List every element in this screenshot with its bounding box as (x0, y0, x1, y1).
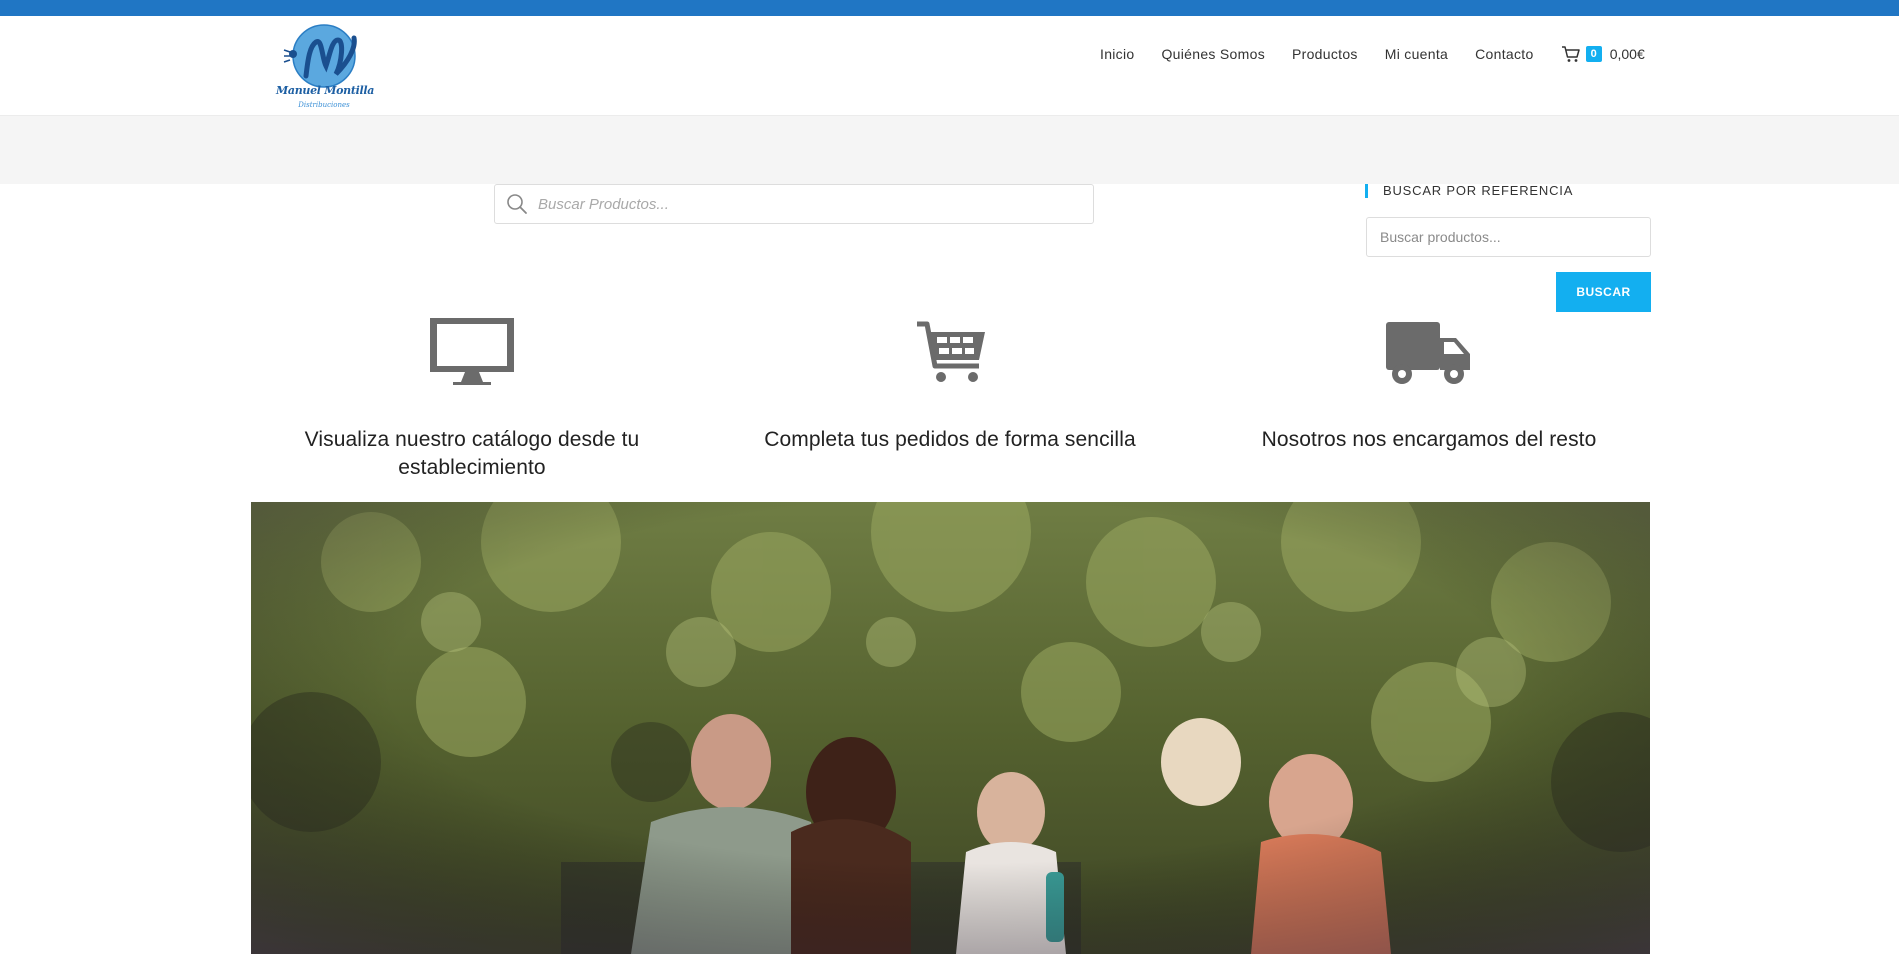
reference-search-input[interactable]: Buscar productos... (1366, 217, 1651, 257)
logo-subtitle: Distribuciones (298, 101, 350, 109)
search-placeholder: Buscar Productos... (538, 195, 669, 213)
monitor-icon (430, 318, 514, 385)
feature-title-delivery: Nosotros nos encargamos del resto (1261, 428, 1597, 451)
cart-button[interactable]: 0 0,00€ (1561, 45, 1645, 63)
feature-title-catalog: Visualiza nuestro catálogo desde tu esta… (304, 428, 640, 479)
nav-item-mi-cuenta[interactable]: Mi cuenta (1385, 46, 1448, 62)
logo-name: Manuel Montilla (276, 84, 375, 97)
family-park-photo (251, 502, 1650, 954)
main-nav: Inicio Quiénes Somos Productos Mi cuenta… (1100, 16, 1645, 92)
top-accent-bar (0, 0, 1899, 16)
page-header-band (0, 116, 1899, 184)
feature-catalog: Visualiza nuestro catálogo desde tu esta… (257, 310, 687, 479)
delivery-truck-icon (1386, 322, 1470, 384)
search-button[interactable]: BUSCAR (1556, 272, 1651, 312)
feature-delivery: Nosotros nos encargamos del resto (1214, 310, 1644, 451)
nav-item-inicio[interactable]: Inicio (1100, 46, 1134, 62)
cart-icon (1561, 46, 1580, 62)
product-search-input[interactable]: Buscar Productos... (494, 184, 1094, 224)
nav-item-productos[interactable]: Productos (1292, 46, 1358, 62)
sidebar-widget-title: BUSCAR POR REFERENCIA (1365, 184, 1573, 198)
logo-mark-icon (283, 24, 357, 88)
nav-item-contacto[interactable]: Contacto (1475, 46, 1533, 62)
shopping-cart-icon (917, 321, 985, 382)
hero-image (251, 502, 1650, 954)
feature-orders: Completa tus pedidos de forma sencilla (735, 310, 1165, 451)
site-logo[interactable]: Manuel Montilla Distribuciones (276, 18, 375, 112)
cart-count-badge: 0 (1585, 46, 1602, 62)
cart-total: 0,00€ (1609, 46, 1645, 62)
reference-search-placeholder: Buscar productos... (1380, 229, 1501, 245)
nav-item-quienes-somos[interactable]: Quiénes Somos (1161, 46, 1265, 62)
feature-title-orders: Completa tus pedidos de forma sencilla (764, 428, 1136, 451)
search-icon (507, 194, 527, 214)
site-header: Manuel Montilla Distribuciones Inicio Qu… (0, 16, 1899, 116)
